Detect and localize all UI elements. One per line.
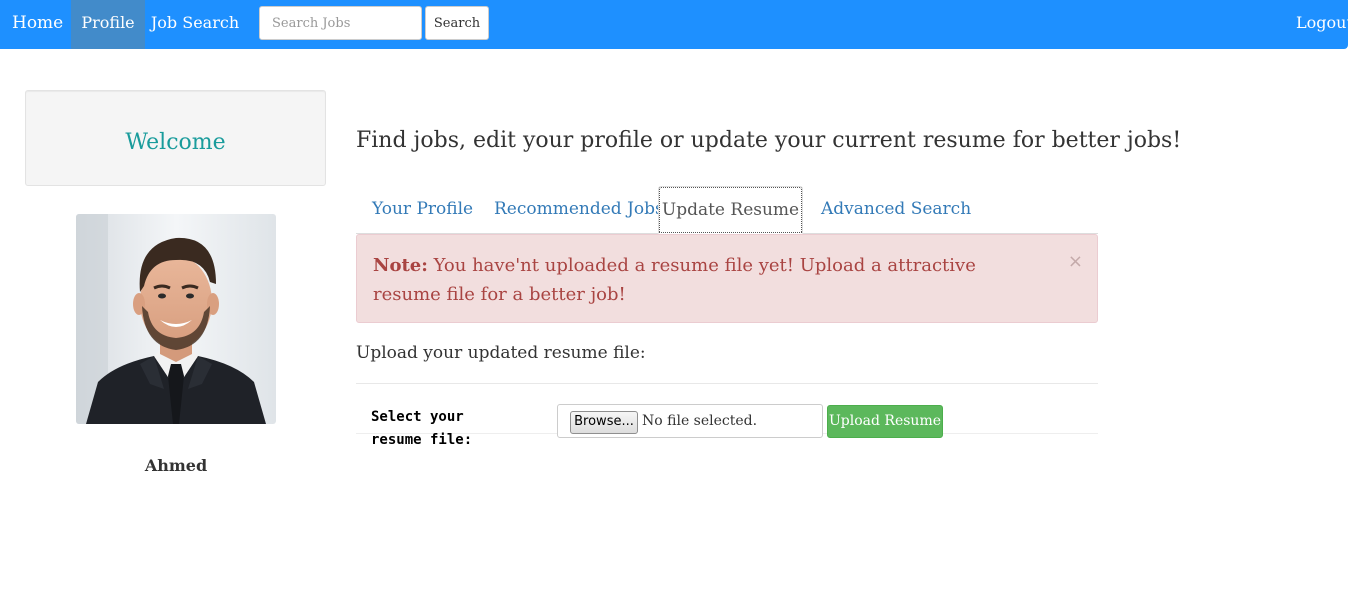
nav-job-search-link[interactable]: Job Search [145, 0, 245, 49]
alert-message: You have'nt uploaded a resume file yet! … [373, 255, 976, 305]
tab-bar: Your Profile Recommended Jobs Update Res… [356, 186, 1098, 234]
avatar [76, 214, 276, 424]
tab-update-resume[interactable]: Update Resume [658, 186, 803, 234]
top-navbar: Home Profile Job Search Search Logout [0, 0, 1349, 49]
nav-home-link[interactable]: Home [0, 0, 70, 49]
file-field-label: Select your resume file: [371, 409, 473, 448]
close-icon[interactable]: × [1068, 247, 1083, 276]
welcome-panel: Welcome [25, 90, 326, 186]
browse-button[interactable]: Browse... [570, 411, 638, 434]
nav-profile-link[interactable]: Profile [71, 0, 145, 49]
nav-logout-link[interactable]: Logout [1296, 0, 1349, 49]
alert-label: Note: [373, 255, 428, 276]
user-name: Ahmed [144, 456, 208, 475]
file-status-text: No file selected. [642, 413, 758, 429]
divider [356, 383, 1098, 384]
profile-photo-icon [76, 214, 276, 424]
tab-advanced-search[interactable]: Advanced Search [821, 186, 971, 233]
upload-heading: Upload your updated resume file: [356, 343, 646, 363]
search-input[interactable] [259, 6, 422, 40]
upload-resume-button[interactable]: Upload Resume [827, 405, 943, 438]
resume-file-input[interactable]: Browse... No file selected. [557, 404, 823, 438]
search-button[interactable]: Search [425, 6, 489, 40]
resume-alert: Note: You have'nt uploaded a resume file… [356, 234, 1098, 323]
welcome-heading: Welcome [125, 130, 226, 155]
tab-recommended-jobs[interactable]: Recommended Jobs [494, 186, 664, 233]
tab-your-profile[interactable]: Your Profile [372, 186, 473, 233]
page-tagline: Find jobs, edit your profile or update y… [356, 128, 1182, 153]
